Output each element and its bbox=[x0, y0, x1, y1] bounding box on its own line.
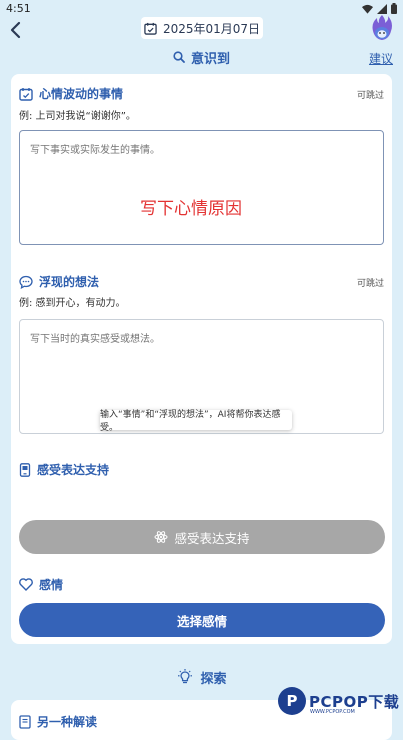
heart-icon bbox=[19, 578, 33, 591]
signal-icon bbox=[377, 3, 387, 14]
document-icon bbox=[19, 714, 31, 729]
support-title: 感受表达支持 bbox=[37, 463, 110, 477]
back-button[interactable] bbox=[4, 18, 26, 42]
support-tooltip-text: 输入“事情”和“浮现的想法”，AI将帮你表达感受。 bbox=[100, 410, 281, 433]
mascot-icon bbox=[372, 15, 392, 40]
reinterpretation-title: 另一种解读 bbox=[37, 715, 98, 729]
awareness-card: 心情波动的事情 可跳过 例: 上司对我说“谢谢你”。 浮现的想法 可跳过 例: … bbox=[11, 74, 392, 644]
support-tooltip: 输入“事情”和“浮现的想法”，AI将帮你表达感受。 bbox=[100, 410, 292, 433]
watermark-logo: P bbox=[278, 687, 306, 715]
battery-icon bbox=[391, 3, 397, 14]
speech-bubble-icon bbox=[19, 275, 33, 289]
select-emotion-button[interactable]: 选择感情 bbox=[19, 603, 385, 637]
event-example: 例: 上司对我说“谢谢你”。 bbox=[19, 111, 136, 122]
chevron-left-icon bbox=[10, 21, 21, 39]
support-button-label: 感受表达支持 bbox=[174, 531, 250, 546]
emotion-title: 感情 bbox=[39, 578, 64, 592]
explore-title-text: 探索 bbox=[200, 671, 227, 687]
wifi-icon bbox=[362, 4, 373, 14]
calendar-check-icon bbox=[19, 87, 33, 101]
search-icon bbox=[173, 51, 185, 63]
thought-field-title: 浮现的想法 bbox=[39, 275, 100, 289]
thought-field-header: 浮现的想法 bbox=[19, 273, 99, 290]
status-icons bbox=[362, 3, 397, 14]
section-title-text: 意识到 bbox=[190, 51, 230, 67]
thought-skip-label[interactable]: 可跳过 bbox=[357, 276, 384, 289]
emotion-header: 感情 bbox=[19, 576, 63, 593]
avatar[interactable] bbox=[369, 14, 395, 42]
section-title: 意识到 bbox=[0, 46, 403, 68]
reinterpretation-header: 另一种解读 bbox=[19, 713, 97, 730]
event-field-header: 心情波动的事情 bbox=[19, 85, 123, 102]
watermark-sub: WWW.PCPOP.COM bbox=[310, 709, 355, 715]
suggest-link[interactable]: 建议 bbox=[369, 50, 393, 67]
support-button[interactable]: 感受表达支持 bbox=[19, 520, 385, 554]
lightbulb-icon bbox=[178, 669, 193, 684]
calendar-icon bbox=[144, 22, 157, 35]
phone-icon bbox=[19, 462, 31, 477]
event-skip-label[interactable]: 可跳过 bbox=[357, 88, 384, 101]
annotation-overlay: 写下心情原因 bbox=[140, 199, 242, 219]
thought-example: 例: 感到开心，有动力。 bbox=[19, 298, 126, 309]
date-text: 2025年01月07日 bbox=[162, 21, 261, 36]
event-input[interactable] bbox=[19, 130, 384, 245]
header: 2025年01月07日 bbox=[0, 14, 403, 44]
atom-icon bbox=[154, 531, 168, 543]
date-selector[interactable]: 2025年01月07日 bbox=[141, 17, 263, 39]
event-field-title: 心情波动的事情 bbox=[39, 87, 124, 101]
watermark: P PCPOP下载 WWW.PCPOP.COM bbox=[278, 684, 400, 718]
support-header: 感受表达支持 bbox=[19, 461, 109, 478]
